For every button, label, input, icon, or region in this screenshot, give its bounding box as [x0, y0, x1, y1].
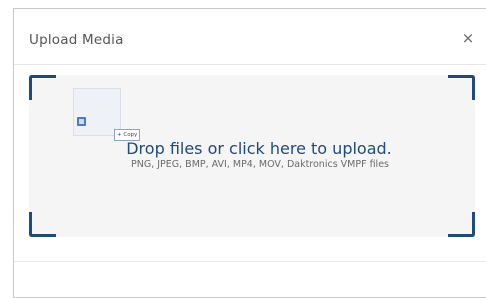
- corner-bracket-bottom-right: [448, 212, 475, 237]
- corner-bracket-top-right: [448, 75, 475, 100]
- upload-media-dialog: Upload Media × Drop files or click here …: [13, 8, 486, 298]
- dialog-header: Upload Media ×: [14, 9, 486, 65]
- dropzone-formats: PNG, JPEG, BMP, AVI, MP4, MOV, Daktronic…: [131, 159, 389, 170]
- file-icon: [77, 117, 86, 126]
- close-icon[interactable]: ×: [461, 30, 475, 46]
- dropzone-prompt: Drop files or click here to upload.: [126, 139, 392, 158]
- corner-bracket-top-left: [29, 75, 56, 100]
- footer-divider: [14, 261, 486, 262]
- corner-bracket-bottom-left: [29, 212, 56, 237]
- copy-badge: + Copy: [114, 129, 141, 141]
- dialog-title: Upload Media: [29, 32, 124, 48]
